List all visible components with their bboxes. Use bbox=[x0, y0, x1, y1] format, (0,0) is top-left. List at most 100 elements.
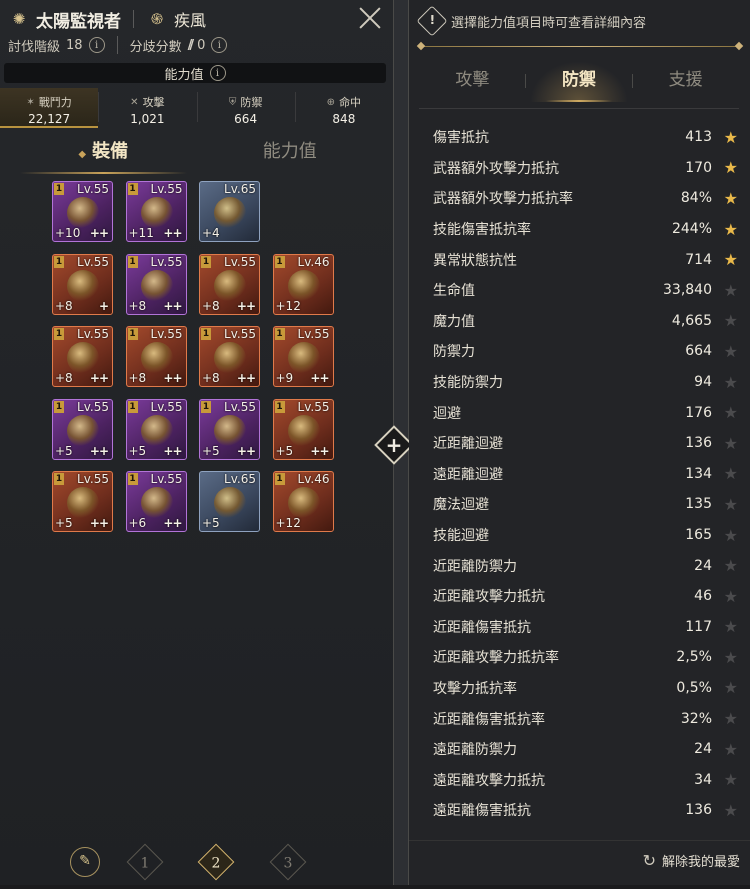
clear-favorites-button[interactable]: ↻ 解除我的最愛 bbox=[643, 851, 740, 870]
stat-row[interactable]: 傷害抵抗 413 ★ bbox=[409, 122, 750, 153]
equipment-slot[interactable]: 1 Lv.55 +8 ++ bbox=[125, 326, 187, 387]
equipment-slot[interactable]: 1 Lv.55 +9 ++ bbox=[272, 326, 334, 387]
favorite-star-icon[interactable]: ★ bbox=[724, 801, 738, 820]
favorite-star-icon[interactable]: ★ bbox=[724, 220, 738, 239]
character-panel: ✺ 太陽監視者 ֍ 疾風 討伐階級 18 i 分歧分數 // 0 i 能力值 i… bbox=[0, 0, 393, 885]
stat-row[interactable]: 近距離傷害抵抗率 32% ★ bbox=[409, 703, 750, 734]
stat-name: 近距離攻擊力抵抗 bbox=[433, 589, 545, 606]
favorite-star-icon[interactable]: ★ bbox=[724, 158, 738, 177]
preset-page-2[interactable]: 2 bbox=[197, 843, 235, 881]
summary-combat-power[interactable]: ✶ 戰鬥力 22,127 bbox=[0, 88, 99, 128]
stat-row[interactable]: 近距離迴避 136 ★ bbox=[409, 428, 750, 459]
equipment-slot[interactable]: 1 Lv.46 +12 bbox=[272, 471, 334, 532]
equipment-slot[interactable]: 1 Lv.55 +5 ++ bbox=[272, 398, 334, 460]
edit-pencil-button[interactable]: ✎ bbox=[70, 847, 100, 877]
item-enhance: +8 bbox=[55, 371, 73, 385]
equipment-slot[interactable]: 1 Lv.55 +8 ++ bbox=[199, 326, 260, 387]
favorite-star-icon[interactable]: ★ bbox=[724, 128, 738, 147]
stat-name: 遠距離傷害抵抗 bbox=[433, 803, 531, 820]
stat-row[interactable]: 迴避 176 ★ bbox=[409, 397, 750, 428]
equipment-slot[interactable]: 1 Lv.55 +5 ++ bbox=[199, 398, 260, 460]
favorite-star-icon[interactable]: ★ bbox=[724, 464, 738, 483]
equipment-slot[interactable]: 1 Lv.55 +6 ++ bbox=[125, 471, 187, 532]
favorite-star-icon[interactable]: ★ bbox=[724, 617, 738, 636]
stat-row[interactable]: 遠距離防禦力 24 ★ bbox=[409, 734, 750, 765]
favorite-star-icon[interactable]: ★ bbox=[724, 587, 738, 606]
stat-row[interactable]: 近距離防禦力 24 ★ bbox=[409, 550, 750, 581]
stat-row[interactable]: 技能迴避 165 ★ bbox=[409, 520, 750, 551]
item-enhance: +11 bbox=[128, 226, 154, 240]
equipment-slot[interactable]: 1 Lv.55 +5 ++ bbox=[52, 398, 113, 460]
item-level: Lv.55 bbox=[150, 472, 183, 486]
summary-accuracy[interactable]: ⊕ 命中 848 bbox=[294, 88, 393, 128]
favorite-star-icon[interactable]: ★ bbox=[724, 770, 738, 789]
stat-name: 技能傷害抵抗率 bbox=[433, 222, 531, 239]
info-icon[interactable]: i bbox=[88, 37, 105, 53]
favorite-star-icon[interactable]: ★ bbox=[724, 678, 738, 697]
stat-row[interactable]: 生命值 33,840 ★ bbox=[409, 275, 750, 306]
stat-row[interactable]: 遠距離迴避 134 ★ bbox=[409, 459, 750, 490]
summary-defense[interactable]: ⛨ 防禦 664 bbox=[196, 88, 295, 128]
stat-row[interactable]: 近距離傷害抵抗 117 ★ bbox=[409, 612, 750, 643]
stat-row[interactable]: 防禦力 664 ★ bbox=[409, 336, 750, 367]
stat-row[interactable]: 遠距離傷害抵抗 136 ★ bbox=[409, 795, 750, 826]
equipment-slot[interactable]: Lv.65 +4 bbox=[199, 181, 260, 242]
info-icon[interactable]: i bbox=[211, 37, 228, 53]
equipment-slot[interactable]: 1 Lv.55 +8 + bbox=[52, 253, 113, 315]
summary-stats: ✶ 戰鬥力 22,127 ✕ 攻擊 1,021 ⛨ 防禦 664 ⊕ 命中 848 bbox=[0, 88, 393, 128]
equipment-slot[interactable]: 1 Lv.55 +5 ++ bbox=[125, 398, 187, 460]
tab-equipment[interactable]: ◆ 裝備 bbox=[10, 134, 197, 174]
equipment-slot[interactable]: 1 Lv.55 +10 ++ bbox=[52, 181, 113, 242]
stat-row[interactable]: 魔力值 4,665 ★ bbox=[409, 306, 750, 337]
favorite-star-icon[interactable]: ★ bbox=[724, 373, 738, 392]
equipment-slot[interactable]: 1 Lv.46 +12 bbox=[272, 253, 334, 315]
tab-support[interactable]: 支援 bbox=[632, 58, 739, 102]
favorite-star-icon[interactable]: ★ bbox=[724, 281, 738, 300]
equipment-slot[interactable]: 1 Lv.55 +8 ++ bbox=[52, 326, 113, 387]
favorite-star-icon[interactable]: ★ bbox=[724, 526, 738, 545]
item-enhance: +8 bbox=[128, 298, 147, 313]
equipment-slot[interactable]: Lv.65 +5 bbox=[199, 471, 260, 532]
tab-defense[interactable]: 防禦 bbox=[525, 58, 633, 102]
stat-row[interactable]: 異常狀態抗性 714 ★ bbox=[409, 244, 750, 275]
stat-row[interactable]: 武器額外攻擊力抵抗率 84% ★ bbox=[409, 183, 750, 214]
tab-ability[interactable]: 能力值 bbox=[197, 134, 384, 174]
equipment-slot[interactable]: 1 Lv.55 +8 ++ bbox=[125, 253, 187, 315]
item-art-icon bbox=[214, 342, 246, 374]
stat-row[interactable]: 近距離攻擊力抵抗 46 ★ bbox=[409, 581, 750, 612]
stat-row[interactable]: 技能防禦力 94 ★ bbox=[409, 367, 750, 398]
stat-value: 136 bbox=[685, 802, 712, 819]
favorite-star-icon[interactable]: ★ bbox=[724, 434, 738, 453]
favorite-star-icon[interactable]: ★ bbox=[724, 403, 738, 422]
equipment-slot[interactable]: 1 Lv.55 +11 ++ bbox=[125, 181, 187, 242]
close-left-button[interactable] bbox=[358, 6, 382, 30]
summary-attack[interactable]: ✕ 攻擊 1,021 bbox=[98, 88, 196, 128]
stat-row[interactable]: 近距離攻擊力抵抗率 2,5% ★ bbox=[409, 642, 750, 673]
item-level: Lv.55 bbox=[224, 399, 256, 414]
favorite-star-icon[interactable]: ★ bbox=[724, 189, 738, 208]
equipment-slot[interactable]: 1 Lv.55 +8 ++ bbox=[199, 253, 260, 315]
favorite-star-icon[interactable]: ★ bbox=[724, 495, 738, 514]
favorite-star-icon[interactable]: ★ bbox=[724, 342, 738, 361]
sub-divider bbox=[116, 36, 118, 54]
stat-row[interactable]: 攻擊力抵抗率 0,5% ★ bbox=[409, 673, 750, 704]
tier-badge: 1 bbox=[54, 183, 64, 195]
item-plus-marks: ++ bbox=[89, 443, 109, 458]
stat-category-tabs: 攻擊 防禦 支援 bbox=[419, 58, 739, 102]
preset-page-1[interactable]: 1 bbox=[126, 843, 164, 881]
stat-row[interactable]: 武器額外攻擊力抵抗 170 ★ bbox=[409, 153, 750, 184]
equipment-slot[interactable]: 1 Lv.55 +5 ++ bbox=[52, 471, 113, 532]
favorite-star-icon[interactable]: ★ bbox=[724, 709, 738, 728]
favorite-star-icon[interactable]: ★ bbox=[724, 648, 738, 667]
favorite-star-icon[interactable]: ★ bbox=[724, 250, 738, 269]
stat-row[interactable]: 技能傷害抵抗率 244% ★ bbox=[409, 214, 750, 245]
stat-row[interactable]: 魔法迴避 135 ★ bbox=[409, 489, 750, 520]
preset-page-3[interactable]: 3 bbox=[269, 843, 307, 881]
favorite-star-icon[interactable]: ★ bbox=[724, 311, 738, 330]
stat-row[interactable]: 遠距離攻擊力抵抗 34 ★ bbox=[409, 764, 750, 795]
tab-attack[interactable]: 攻擊 bbox=[419, 58, 526, 102]
pencil-icon: ✎ bbox=[79, 853, 91, 869]
favorite-star-icon[interactable]: ★ bbox=[724, 740, 738, 759]
favorite-star-icon[interactable]: ★ bbox=[724, 556, 738, 575]
info-icon[interactable]: i bbox=[209, 65, 226, 81]
